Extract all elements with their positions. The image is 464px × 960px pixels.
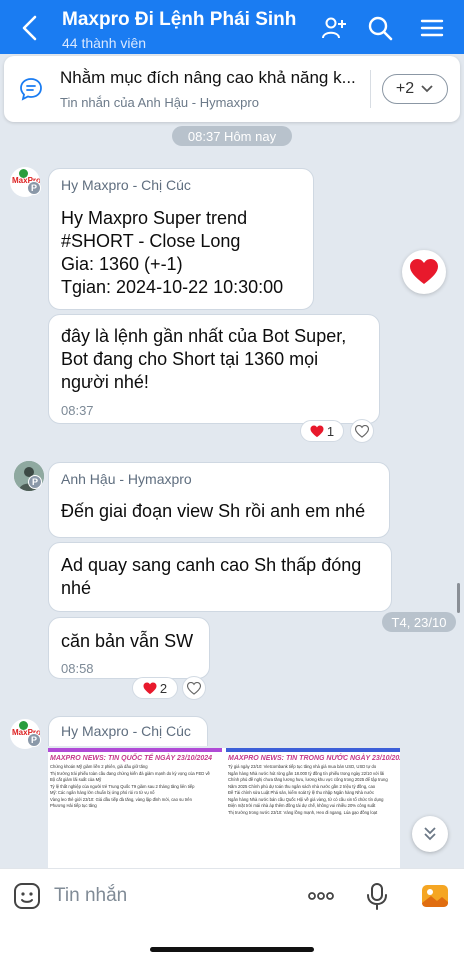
sender-name: Anh Hậu - Hymaxpro xyxy=(61,471,192,487)
news-right-title: MAXPRO NEWS: TIN TRONG NƯỚC NGÀY 23/10/2… xyxy=(228,755,400,762)
news-line: Thị trường trong nước 23/10: Vàng lồng m… xyxy=(228,809,378,815)
scrollbar[interactable] xyxy=(457,583,460,613)
message-input[interactable]: Tin nhắn xyxy=(54,885,127,907)
reaction-count[interactable]: 2 xyxy=(132,677,178,699)
group-title[interactable]: Maxpro Đi Lệnh Phái Sinh xyxy=(62,9,296,31)
avatar-badge: P xyxy=(28,475,42,489)
news-right-column: MAXPRO NEWS: TIN TRONG NƯỚC NGÀY 23/10/2… xyxy=(226,748,400,868)
message-text: căn bản vẫn SW xyxy=(61,631,194,651)
message-text: Đến giai đoạn view Sh rồi anh em nhé xyxy=(61,501,366,521)
message-bubble[interactable]: Hy Maxpro - Chị Cúc Hy Maxpro Super tren… xyxy=(48,168,314,310)
back-arrow-icon[interactable] xyxy=(18,14,42,42)
divider xyxy=(370,70,371,108)
scroll-to-bottom-button[interactable] xyxy=(412,816,448,852)
menu-icon[interactable] xyxy=(418,14,446,42)
double-chevron-down-icon xyxy=(424,827,436,841)
chat-header: Maxpro Đi Lệnh Phái Sinh 44 thành viên xyxy=(0,0,464,54)
news-line: Tỷ giá ngày 23/10: Vietcombank tiếp tục … xyxy=(228,764,377,769)
date-divider: T4, 23/10 xyxy=(382,612,456,632)
chevron-down-icon xyxy=(421,85,433,93)
sender-name: Hy Maxpro - Chị Cúc xyxy=(61,177,191,193)
add-reaction-button[interactable] xyxy=(182,676,206,700)
image-picker-icon[interactable] xyxy=(420,881,450,911)
sticker-icon[interactable] xyxy=(12,881,42,911)
search-icon[interactable] xyxy=(366,14,394,42)
news-image-attachment[interactable]: MAXPRO NEWS: TIN QUỐC TẾ NGÀY 23/10/2024… xyxy=(48,748,400,868)
message-bubble[interactable]: căn bản vẫn SW 08:58 xyxy=(48,617,210,679)
pinned-sub: Tin nhắn của Anh Hậu - Hymaxpro xyxy=(60,95,259,110)
pinned-more-label: +2 xyxy=(395,80,415,97)
message-bubble[interactable]: Anh Hậu - Hymaxpro Đến giai đoạn view Sh… xyxy=(48,462,390,538)
home-indicator xyxy=(150,947,314,952)
news-left-column: MAXPRO NEWS: TIN QUỐC TẾ NGÀY 23/10/2024… xyxy=(48,748,222,868)
heart-icon xyxy=(310,424,324,437)
heart-reaction-button[interactable] xyxy=(402,250,446,294)
reaction-number: 1 xyxy=(326,423,335,439)
message-time: 08:58 xyxy=(61,661,94,676)
heart-outline-icon xyxy=(187,681,201,695)
message-bubble[interactable]: đây là lệnh gần nhất của Bot Super, Bot … xyxy=(48,314,380,424)
heart-icon xyxy=(410,259,438,284)
chat-bubble-icon xyxy=(20,78,42,101)
reaction-count[interactable]: 1 xyxy=(300,420,344,442)
news-line: Chính phủ đề nghị chưa tăng lương hưu, l… xyxy=(228,777,388,782)
add-reaction-button[interactable] xyxy=(350,419,374,443)
avatar-badge: P xyxy=(27,733,41,747)
news-left-title: MAXPRO NEWS: TIN QUỐC TẾ NGÀY 23/10/2024 xyxy=(50,755,213,762)
pinned-message-bar[interactable]: Nhằm mục đích nâng cao khả năng k... Tin… xyxy=(4,56,460,122)
avatar-badge: P xyxy=(27,181,41,195)
sender-name: Hy Maxpro - Chị Cúc xyxy=(61,723,191,739)
message-text: Hy Maxpro Super trend #SHORT - Close Lon… xyxy=(61,208,284,297)
news-line: Điện mặt trời mái nhà áp thêm đồng tái d… xyxy=(228,803,376,808)
message-text: đây là lệnh gần nhất của Bot Super, Bot … xyxy=(61,326,347,392)
news-line: Đề Tài chính sửa Luật Phá sản, kiểm soát… xyxy=(228,790,375,795)
message-composer: Tin nhắn xyxy=(0,868,464,960)
message-bubble[interactable]: Ad quay sang canh cao Sh thấp đóng nhé xyxy=(48,542,392,612)
pinned-text: Nhằm mục đích nâng cao khả năng k... xyxy=(60,68,356,87)
time-divider: 08:37 Hôm nay xyxy=(172,126,292,146)
member-count[interactable]: 44 thành viên xyxy=(62,35,146,51)
heart-icon xyxy=(143,681,157,694)
add-member-icon[interactable] xyxy=(320,14,348,42)
news-line: Phương Hải tiếp tục tăng xyxy=(50,803,97,808)
more-options-icon[interactable] xyxy=(306,881,336,911)
reaction-number: 2 xyxy=(159,680,168,696)
pinned-more-button[interactable]: +2 xyxy=(382,74,448,104)
heart-outline-icon xyxy=(355,424,369,438)
message-text: Ad quay sang canh cao Sh thấp đóng nhé xyxy=(61,555,362,598)
microphone-icon[interactable] xyxy=(362,881,392,911)
message-time: 08:37 xyxy=(61,403,94,418)
message-bubble[interactable]: Hy Maxpro - Chị Cúc xyxy=(48,716,208,746)
